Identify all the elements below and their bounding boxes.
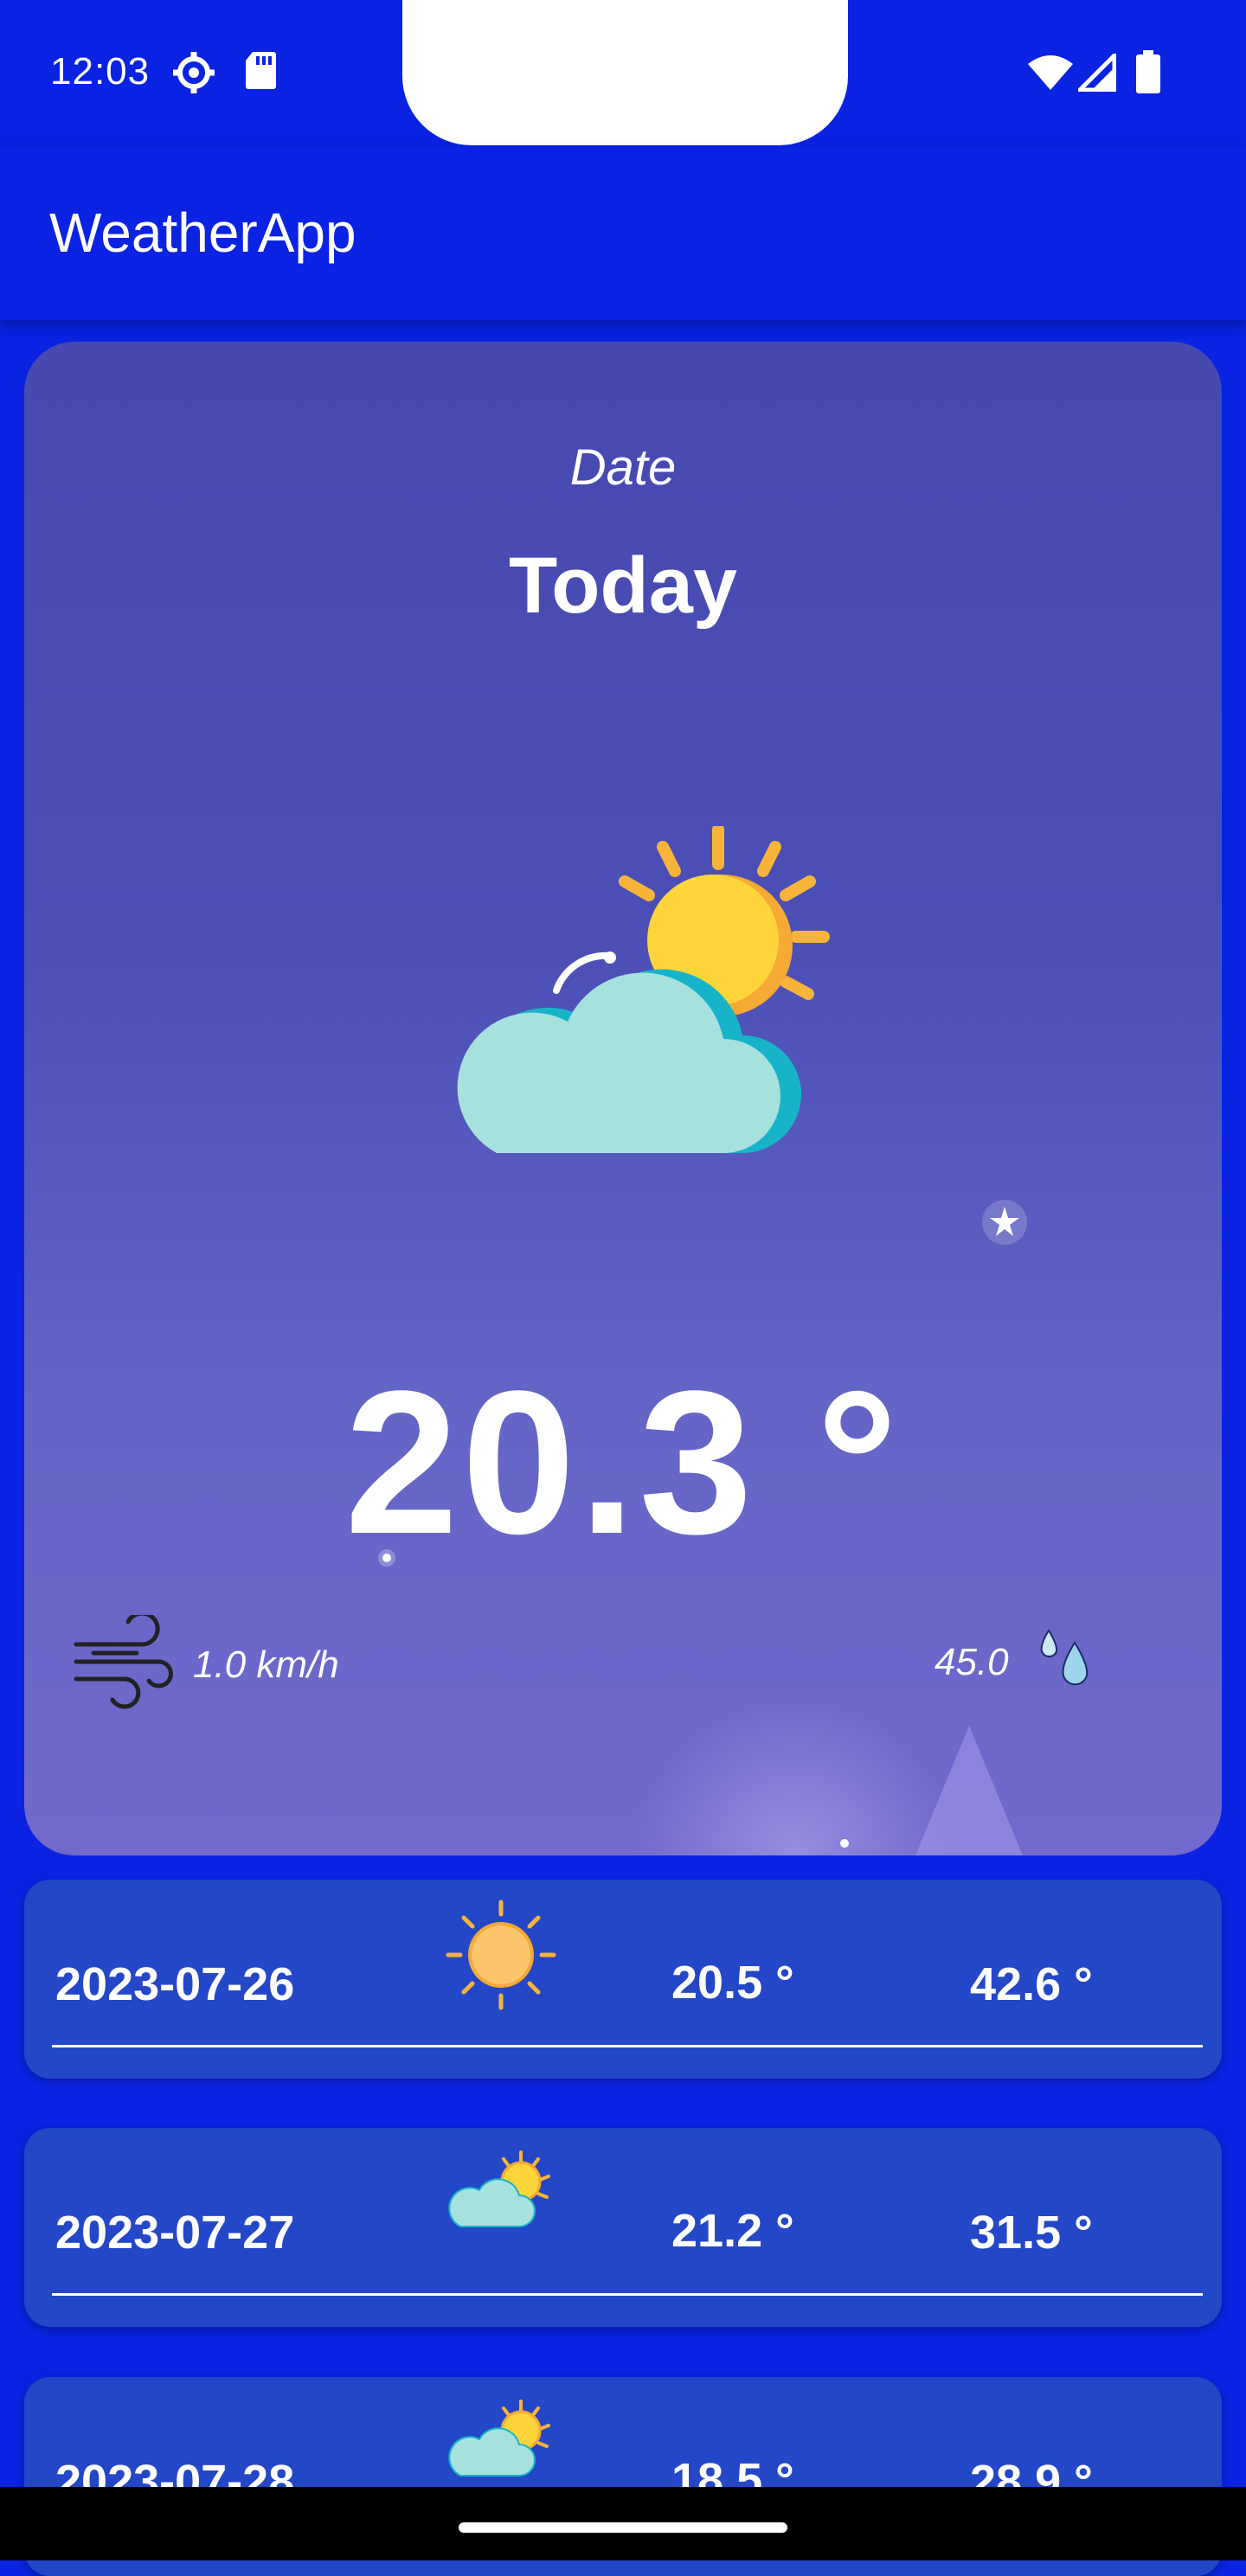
forecast-min-temp: 20.5 ° (671, 1957, 794, 2009)
water-drops-icon (1035, 1624, 1095, 1697)
row-divider (52, 2293, 1203, 2296)
partly-cloudy-icon (445, 2147, 557, 2246)
status-time: 12:03 (50, 50, 151, 93)
background-glow (630, 1691, 959, 1855)
current-temperature: 20.3 ° (344, 1349, 902, 1577)
current-weather-card[interactable]: Date Today 20.3 ° 1.0 km/h 45.0 (24, 342, 1222, 1855)
forecast-max-temp: 42.6 ° (970, 1958, 1093, 2010)
forecast-date: 2023-07-27 (55, 2207, 295, 2259)
forecast-min-temp: 21.2 ° (671, 2205, 794, 2257)
forecast-date: 2023-07-26 (55, 1958, 295, 2010)
forecast-row[interactable]: 2023-07-26 20.5 ° 42.6 ° (24, 1880, 1222, 2079)
wind-speed: 1.0 km/h (193, 1644, 339, 1686)
star-icon (835, 1834, 854, 1855)
background-peak (915, 1726, 1023, 1855)
sun-icon (445, 1899, 557, 2015)
wifi-icon (1026, 54, 1075, 96)
date-label: Date (569, 439, 677, 496)
cell-signal-icon (1074, 49, 1117, 96)
settings-gear-icon (171, 50, 216, 99)
app-bar: WeatherApp (0, 147, 1246, 320)
partly-cloudy-icon (414, 823, 864, 1176)
star-icon (980, 1198, 1029, 1251)
camera-notch (402, 0, 848, 145)
battery-icon (1136, 50, 1160, 98)
home-gesture-handle[interactable] (459, 2522, 787, 2533)
notch-edge-left (329, 0, 407, 78)
forecast-max-temp: 31.5 ° (970, 2207, 1093, 2259)
humidity-value: 45.0 (934, 1641, 1009, 1683)
notch-edge-right (844, 0, 922, 78)
sd-card-icon (244, 50, 277, 94)
app-title: WeatherApp (49, 202, 356, 264)
forecast-row[interactable]: 2023-07-27 21.2 ° 31.5 ° (24, 2128, 1222, 2327)
row-divider (52, 2045, 1203, 2047)
partly-cloudy-icon (445, 2396, 557, 2496)
day-label: Today (508, 541, 738, 630)
status-bar: 12:03 (0, 0, 1246, 147)
wind-icon (73, 1611, 173, 1714)
